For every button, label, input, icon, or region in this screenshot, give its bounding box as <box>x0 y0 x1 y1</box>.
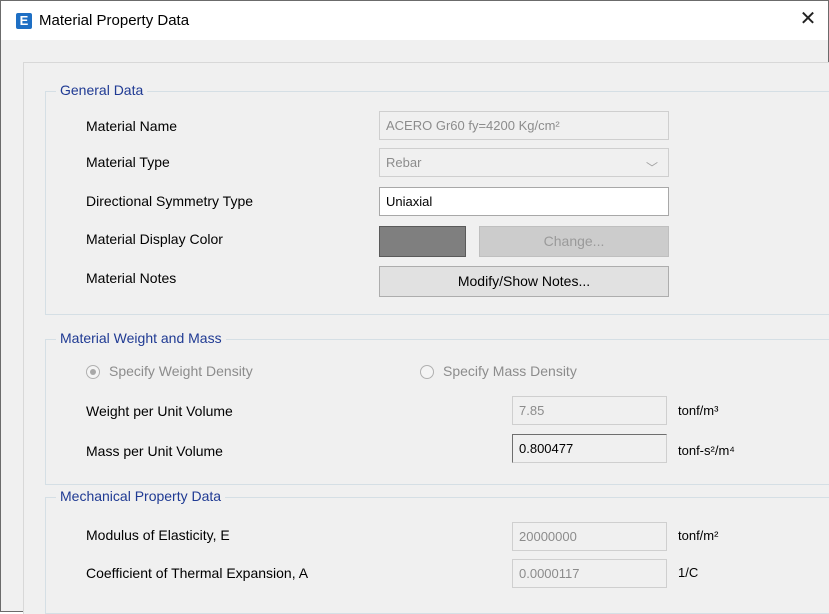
dialog-title: Material Property Data <box>39 12 190 29</box>
change-color-button[interactable]: Change... <box>479 226 669 257</box>
material-type-label: Material Type <box>86 154 170 170</box>
specify-mass-density-radio[interactable] <box>420 365 434 379</box>
close-icon[interactable]: ✕ <box>796 7 820 31</box>
weight-unit: tonf/m³ <box>678 403 719 418</box>
specify-weight-density-label[interactable]: Specify Weight Density <box>109 363 253 379</box>
chevron-down-icon: ﹀ <box>645 161 658 175</box>
weight-per-volume-field[interactable]: 7.85 <box>512 396 667 425</box>
material-type-value: Rebar <box>386 155 422 170</box>
mass-per-volume-field[interactable]: 0.800477 <box>512 434 667 463</box>
material-name-label: Material Name <box>86 118 178 134</box>
mechanical-property-legend: Mechanical Property Data <box>56 488 226 504</box>
material-name-field[interactable]: ACERO Gr60 fy=4200 Kg/cm² <box>379 111 669 140</box>
mass-unit: tonf-s²/m⁴ <box>678 443 735 458</box>
etabs-app-icon: E <box>16 13 32 29</box>
modulus-of-elasticity-label: Modulus of Elasticity, E <box>86 527 230 543</box>
material-type-select[interactable]: Rebar ﹀ <box>379 148 669 177</box>
display-color-label: Material Display Color <box>86 231 223 247</box>
thermal-expansion-label: Coefficient of Thermal Expansion, A <box>86 565 309 581</box>
general-data-legend: General Data <box>56 82 148 98</box>
specify-weight-density-radio[interactable] <box>86 365 100 379</box>
symmetry-type-label: Directional Symmetry Type <box>86 193 254 209</box>
specify-mass-density-label[interactable]: Specify Mass Density <box>443 363 577 379</box>
title-bar: E Material Property Data ✕ <box>1 1 828 40</box>
modulus-unit: tonf/m² <box>678 528 719 543</box>
material-notes-label: Material Notes <box>86 270 177 286</box>
mass-per-volume-label: Mass per Unit Volume <box>86 443 223 459</box>
modify-show-notes-button[interactable]: Modify/Show Notes... <box>379 266 669 297</box>
mechanical-property-group: Mechanical Property Data <box>45 488 829 614</box>
symmetry-type-field[interactable]: Uniaxial <box>379 187 669 216</box>
weight-per-volume-label: Weight per Unit Volume <box>86 403 233 419</box>
thermal-expansion-field[interactable]: 0.0000117 <box>512 559 667 588</box>
display-color-swatch <box>379 226 466 257</box>
material-property-dialog: E Material Property Data ✕ General Data … <box>0 0 829 614</box>
thermal-unit: 1/C <box>678 565 699 580</box>
weight-mass-legend: Material Weight and Mass <box>56 330 226 346</box>
modulus-of-elasticity-field[interactable]: 20000000 <box>512 522 667 551</box>
dialog-body: General Data Material Name ACERO Gr60 fy… <box>23 62 829 614</box>
